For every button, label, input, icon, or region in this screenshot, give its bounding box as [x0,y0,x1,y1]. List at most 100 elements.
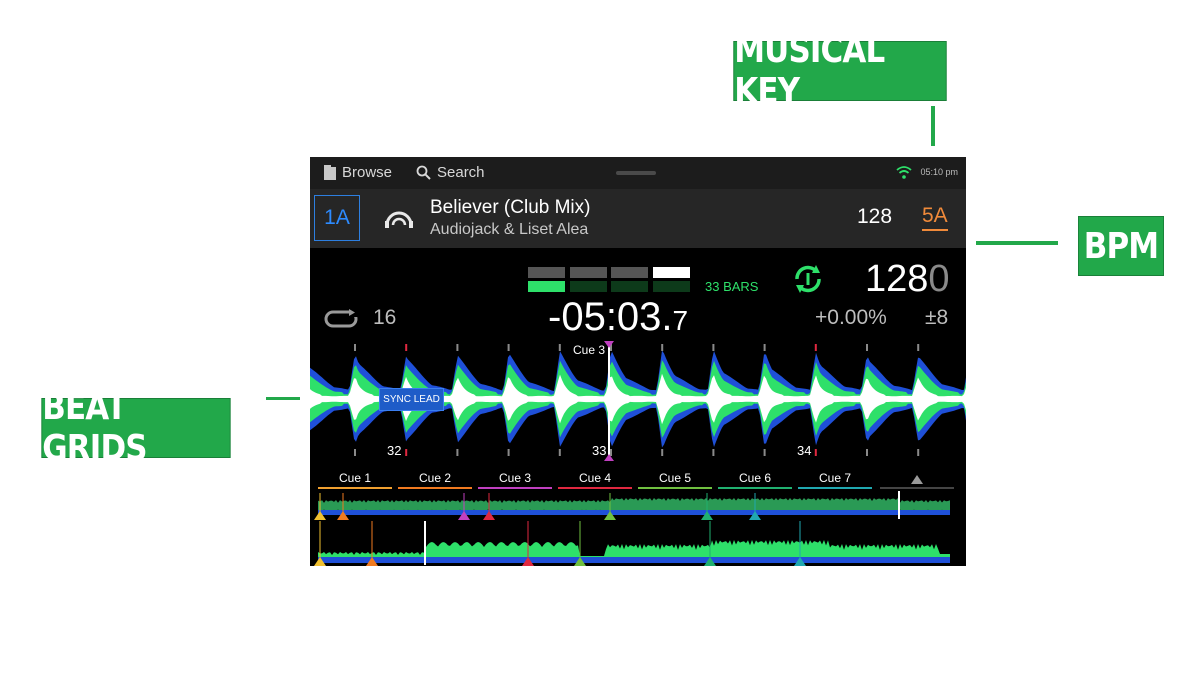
cue-color-bar [558,487,632,489]
track-artist: Audiojack & Liset Alea [430,221,589,238]
more-cues-button[interactable] [880,471,954,489]
track-key[interactable]: 5A [922,205,948,231]
cue-color-bar [798,487,872,489]
zoom-cue-line [371,521,373,563]
bpm-display: 1280 [865,258,950,301]
callout-beat-grids: BEAT GRIDS [41,387,231,469]
overview-cue-line [342,493,344,513]
sync-lead-button[interactable]: SYNC LEAD [379,388,444,411]
callout-bpm-line [976,241,1058,245]
cue-tab-6[interactable]: Cue 6 [718,471,792,489]
beat-grid-marker [507,449,510,456]
cue-tab-label: Cue 6 [738,471,772,485]
overview-waveform[interactable] [310,491,966,521]
beat-grid-marker [917,344,920,351]
zoom-cue-line [799,521,801,563]
cue-tab-label: Cue 1 [338,471,372,485]
bar-meter-cell [611,281,648,292]
search-button[interactable]: Search [416,164,485,181]
pitch-value: +0.00% [815,306,887,329]
beat-grid-marker [917,449,920,456]
zoom-cue-line [579,521,581,563]
cue-tab-label: Cue 7 [818,471,852,485]
beat-grid-marker [866,449,868,456]
wifi-icon [896,166,912,179]
zoom-wave-body [318,540,950,559]
sync-icon[interactable] [791,262,825,296]
cue-tab-label: Cue 5 [658,471,692,485]
bar-meter-cell [528,267,565,278]
track-bpm: 128 [857,205,893,228]
cue-tab-4[interactable]: Cue 4 [558,471,632,489]
bar-meter-cell [528,281,565,292]
vinyl-mode-icon[interactable] [384,207,414,229]
folder-icon [324,165,336,180]
beat-grid-marker [763,449,766,456]
bar-meter-cell [653,267,690,278]
cue-color-bar [718,487,792,489]
beat-grid-marker [354,449,356,456]
loop-icon[interactable] [324,309,360,329]
track-title: Believer (Club Mix) [430,197,591,218]
beat-grid-marker [558,344,561,351]
overview-playhead [898,491,900,519]
overview-cue-line [706,493,708,513]
cue-color-bar [478,487,552,489]
search-icon [416,165,431,180]
beat-grid-marker [866,344,868,351]
beat-grid-marker [558,449,561,456]
cue-tab-2[interactable]: Cue 2 [398,471,472,489]
search-label: Search [437,164,485,181]
overview-cue-line [609,493,611,513]
loop-size: 16 [373,306,397,329]
zoom-cue-line [527,521,529,563]
beat-grid-marker [763,344,766,351]
track-info-bar: 1A Believer (Club Mix) Audiojack & Liset… [310,189,966,248]
cue-tab-7[interactable]: Cue 7 [798,471,872,489]
beat-grid-marker [814,344,817,351]
bars-count: 33 BARS [705,279,759,294]
zoom-cue-line [319,521,321,563]
playhead [608,341,610,461]
callout-musical-key-label: MUSICAL KEY [734,30,885,112]
beat-grid-marker [661,344,664,351]
beat-grid-marker [405,449,408,456]
beat-grid-marker [661,449,664,456]
zoom-wave-low [318,557,950,563]
cue-3-marker [604,341,614,348]
beat-number: 33 [592,443,607,458]
zoomed-overview-waveform[interactable] [310,521,966,566]
cue-tab-1[interactable]: Cue 1 [318,471,392,489]
cue-tab-5[interactable]: Cue 5 [638,471,712,489]
callout-bpm: BPM [1078,216,1164,276]
top-bar: Browse Search 05:10 pm [310,157,966,189]
callout-musical-key-line [931,106,935,146]
beat-grid-marker [814,449,817,456]
cue-color-bar [398,487,472,489]
callout-bpm-label: BPM [1083,225,1159,267]
cue-tab-label: Cue 2 [418,471,452,485]
triangle-up-icon [911,475,923,484]
cue-color-bar [638,487,712,489]
overview-cue-line [488,493,490,513]
browse-button[interactable]: Browse [324,164,392,181]
overview-cue-line [319,493,321,513]
bar-meter-cell [611,267,648,278]
deck-key-label: 1A [324,206,350,229]
callout-beat-grids-line [266,397,300,400]
beat-number: 32 [387,443,402,458]
pitch-range: ±8 [925,306,949,329]
beat-grid-marker [712,449,715,456]
bar-meter-cell [653,281,690,292]
drag-handle[interactable] [616,171,656,175]
cue-tab-3[interactable]: Cue 3 [478,471,552,489]
beat-grid-marker [354,344,356,351]
beat-grid-marker [507,344,510,351]
deck-key-button[interactable]: 1A [314,195,360,241]
time-tenths: 7 [672,305,689,336]
beat-number: 34 [797,443,812,458]
bpm-decimal: 0 [928,258,950,300]
overview-cue-line [463,493,465,513]
bpm-main: 128 [865,258,929,300]
browse-label: Browse [342,164,393,181]
